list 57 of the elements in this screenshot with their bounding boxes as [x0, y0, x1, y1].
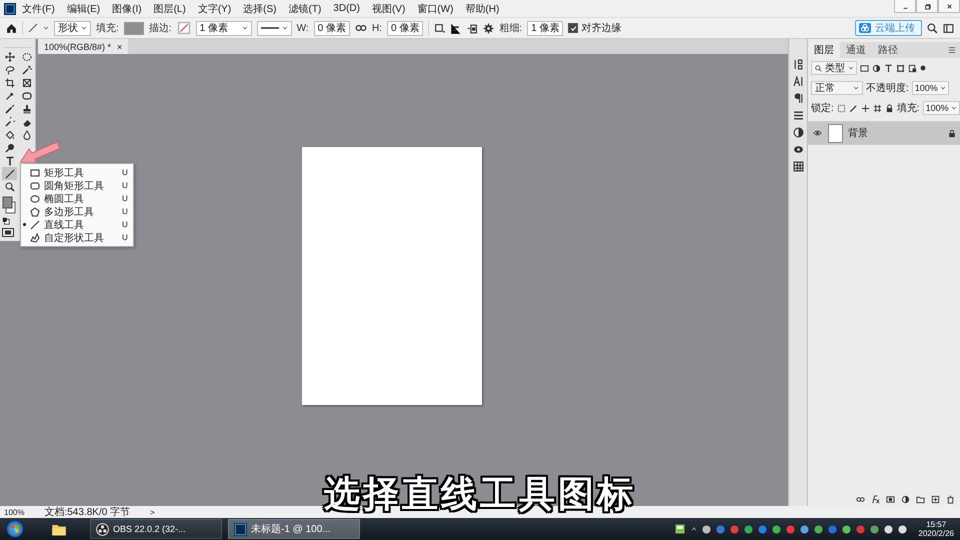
zoom-level: 100%: [4, 508, 24, 516]
tool-menu-item[interactable]: 多边形工具 U: [21, 205, 133, 218]
tool-menu-item[interactable]: 椭圆工具 U: [21, 192, 133, 205]
align-edges-checkbox[interactable]: 对齐边缘: [568, 21, 622, 35]
mode-dropdown[interactable]: 形状: [54, 20, 91, 36]
tab-close-button[interactable]: ×: [117, 42, 122, 52]
menu-item[interactable]: 文件(F): [16, 2, 61, 16]
weight-field[interactable]: 1 像素: [527, 20, 564, 36]
layer-name: 背景: [848, 126, 869, 140]
opacity-field[interactable]: 100%: [912, 81, 949, 95]
video-caption: 选择直线工具图标: [324, 472, 636, 516]
document-tab[interactable]: 100%(RGB/8#) * ×: [38, 39, 128, 54]
tool-menu-item[interactable]: 矩形工具 U: [21, 166, 133, 179]
width-field[interactable]: 0 像素: [314, 20, 350, 36]
tool-menu-item[interactable]: 自定形状工具 U: [21, 231, 133, 244]
menu-item[interactable]: 图像(I): [106, 2, 148, 16]
panel-tab[interactable]: 图层: [808, 42, 840, 58]
fill-field[interactable]: 100%: [922, 101, 960, 115]
menu-item[interactable]: 窗口(W): [411, 2, 460, 16]
panel-tab[interactable]: 通道: [840, 42, 872, 58]
menu-item[interactable]: 视图(V): [366, 2, 412, 16]
menu-item[interactable]: 图层(L): [148, 2, 192, 16]
width-label: W:: [296, 22, 309, 34]
clock-time[interactable]: 15:57: [926, 520, 946, 529]
lock-label: 锁定:: [811, 102, 834, 115]
status-menu-arrow[interactable]: >: [150, 508, 155, 516]
stroke-label: 描边:: [148, 22, 172, 35]
menu-item[interactable]: 选择(S): [237, 2, 282, 16]
clock-date[interactable]: 2020/2/26: [918, 529, 954, 538]
tool-menu-item[interactable]: 直线工具 U: [21, 218, 133, 231]
filter-dropdown[interactable]: 类型: [811, 61, 857, 75]
shortcut-key: U: [122, 233, 128, 242]
taskbar-app-button[interactable]: OBS 22.0.2 (32-...: [90, 519, 222, 539]
document-title: 100%(RGB/8#) *: [44, 42, 112, 52]
shortcut-key: U: [122, 194, 128, 203]
menu-item[interactable]: 帮助(H): [459, 2, 506, 16]
shortcut-key: U: [122, 220, 128, 229]
taskbar-app-button[interactable]: 未标题-1 @ 100...: [228, 519, 360, 539]
height-label: H:: [372, 22, 382, 34]
weight-label: 粗细:: [499, 22, 522, 35]
tool-menu-item[interactable]: 圆角矩形工具 U: [21, 179, 133, 192]
shortcut-key: U: [122, 207, 128, 216]
menu-item[interactable]: 3D(D): [327, 3, 366, 14]
layer-row[interactable]: 背景: [808, 121, 960, 145]
stroke-width-dropdown[interactable]: 1 像素: [196, 20, 252, 36]
shortcut-key: U: [122, 181, 128, 190]
menu-item[interactable]: 滤镜(T): [282, 2, 328, 16]
document-info: 文档:543.8K/0 字节: [44, 506, 130, 519]
menu-item[interactable]: 文字(Y): [192, 2, 238, 16]
fill-label: 填充:: [896, 102, 920, 115]
panel-tab[interactable]: 路径: [872, 42, 904, 58]
height-field[interactable]: 0 像素: [386, 20, 424, 36]
opacity-label: 不透明度:: [866, 82, 909, 95]
blend-mode-dropdown[interactable]: 正常: [811, 81, 863, 95]
shortcut-key: U: [122, 168, 128, 177]
fill-label: 填充:: [96, 22, 119, 35]
menu-item[interactable]: 编辑(E): [60, 2, 106, 16]
